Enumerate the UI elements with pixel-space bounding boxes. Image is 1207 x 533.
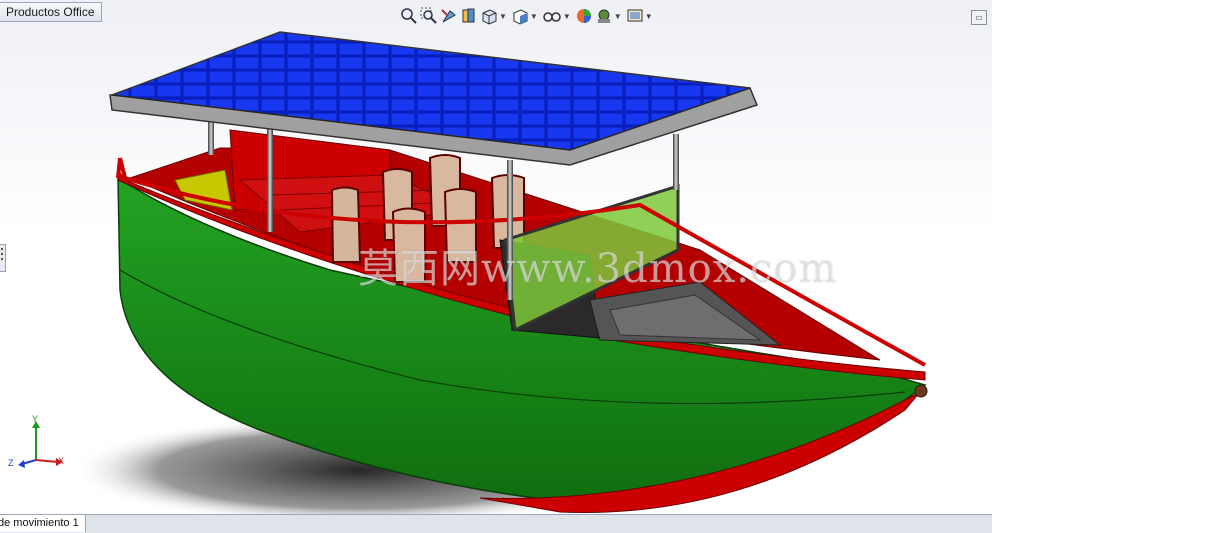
right-blank-area bbox=[992, 0, 1207, 532]
heads-up-toolbar: ▼ ▼ ▼ ▼ ▼ bbox=[400, 6, 655, 26]
view-orientation-icon[interactable]: ▼ bbox=[480, 6, 509, 26]
restore-viewport-icon[interactable]: ▭ bbox=[971, 10, 987, 25]
productos-office-tab[interactable]: Productos Office bbox=[0, 2, 102, 22]
motion-study-tab-label: de movimiento 1 bbox=[0, 517, 79, 529]
triad-x-label: X bbox=[58, 456, 65, 466]
edit-appearance-icon[interactable] bbox=[575, 6, 593, 26]
motion-study-tab[interactable]: de movimiento 1 bbox=[0, 515, 86, 532]
triad-y-label: Y bbox=[32, 414, 39, 424]
triad-z-label: Z bbox=[8, 458, 14, 468]
display-style-icon[interactable]: ▼ bbox=[511, 6, 540, 26]
apply-scene-icon[interactable]: ▼ bbox=[595, 6, 624, 26]
panel-resize-handle[interactable] bbox=[0, 244, 6, 272]
bow-cleat bbox=[914, 384, 928, 398]
railing-post bbox=[116, 157, 122, 179]
graphics-viewport[interactable]: 莫西网www.3dmox.com Productos Office ▼ ▼ ▼ … bbox=[0, 0, 992, 514]
previous-view-icon[interactable] bbox=[440, 6, 458, 26]
reference-triad: Y X Z bbox=[8, 414, 68, 474]
section-view-icon[interactable] bbox=[460, 6, 478, 26]
bottom-tab-bar: de movimiento 1 bbox=[0, 514, 992, 533]
zoom-area-icon[interactable] bbox=[420, 6, 438, 26]
view-settings-icon[interactable]: ▼ bbox=[626, 6, 655, 26]
hide-show-icon[interactable]: ▼ bbox=[542, 6, 573, 26]
watermark: 莫西网www.3dmox.com bbox=[358, 246, 838, 292]
zoom-to-fit-icon[interactable] bbox=[400, 6, 418, 26]
